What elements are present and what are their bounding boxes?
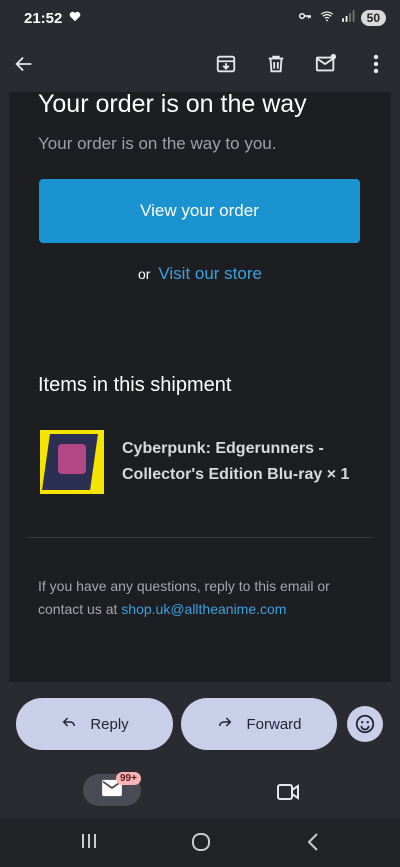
status-time: 21:52: [24, 9, 63, 27]
wifi-icon: [319, 9, 335, 27]
contact-email-link[interactable]: shop.uk@alltheanime.com: [121, 601, 286, 617]
unread-badge: 99+: [116, 772, 141, 785]
back-nav-icon[interactable]: [306, 832, 320, 857]
action-bar: Reply Forward: [16, 698, 384, 750]
store-line: or Visit our store: [9, 264, 391, 284]
app-bar: [0, 36, 400, 92]
bottom-navigation: 99+: [0, 766, 400, 818]
status-bar: 21:52 50: [0, 0, 400, 36]
system-navigation: [0, 818, 400, 867]
email-subtitle: Your order is on the way to you.: [38, 134, 277, 153]
product-thumbnail: [40, 430, 104, 494]
more-vert-icon[interactable]: [364, 52, 388, 76]
email-title: Your order is on the way: [38, 92, 307, 118]
visit-store-link[interactable]: Visit our store: [158, 264, 262, 283]
shipment-item: Cyberpunk: Edgerunners - Collector's Edi…: [40, 430, 362, 494]
mark-unread-icon[interactable]: [314, 52, 338, 76]
section-title: Items in this shipment: [38, 374, 232, 396]
back-arrow-icon[interactable]: [12, 52, 36, 76]
email-body: Your order is on the way Your order is o…: [9, 92, 391, 682]
battery-indicator: 50: [360, 10, 386, 26]
forward-button[interactable]: Forward: [181, 698, 337, 750]
reply-button[interactable]: Reply: [16, 698, 173, 750]
heart-check-icon: [68, 9, 82, 27]
key-icon: [297, 9, 313, 27]
signal-icon: [341, 9, 355, 27]
recents-icon[interactable]: [80, 832, 98, 855]
forward-icon: [216, 714, 234, 734]
home-icon[interactable]: [191, 832, 211, 857]
view-order-button[interactable]: View your order: [39, 179, 360, 243]
forward-label: Forward: [246, 715, 302, 733]
archive-icon[interactable]: [214, 52, 238, 76]
divider: [27, 537, 373, 538]
trash-icon[interactable]: [264, 52, 288, 76]
footer-text: If you have any questions, reply to this…: [38, 575, 368, 621]
video-icon[interactable]: [276, 782, 300, 807]
emoji-icon[interactable]: [347, 706, 383, 742]
or-text: or: [138, 266, 151, 282]
reply-label: Reply: [90, 715, 129, 733]
item-name: Cyberpunk: Edgerunners - Collector's Edi…: [122, 440, 350, 483]
reply-icon: [60, 714, 78, 734]
